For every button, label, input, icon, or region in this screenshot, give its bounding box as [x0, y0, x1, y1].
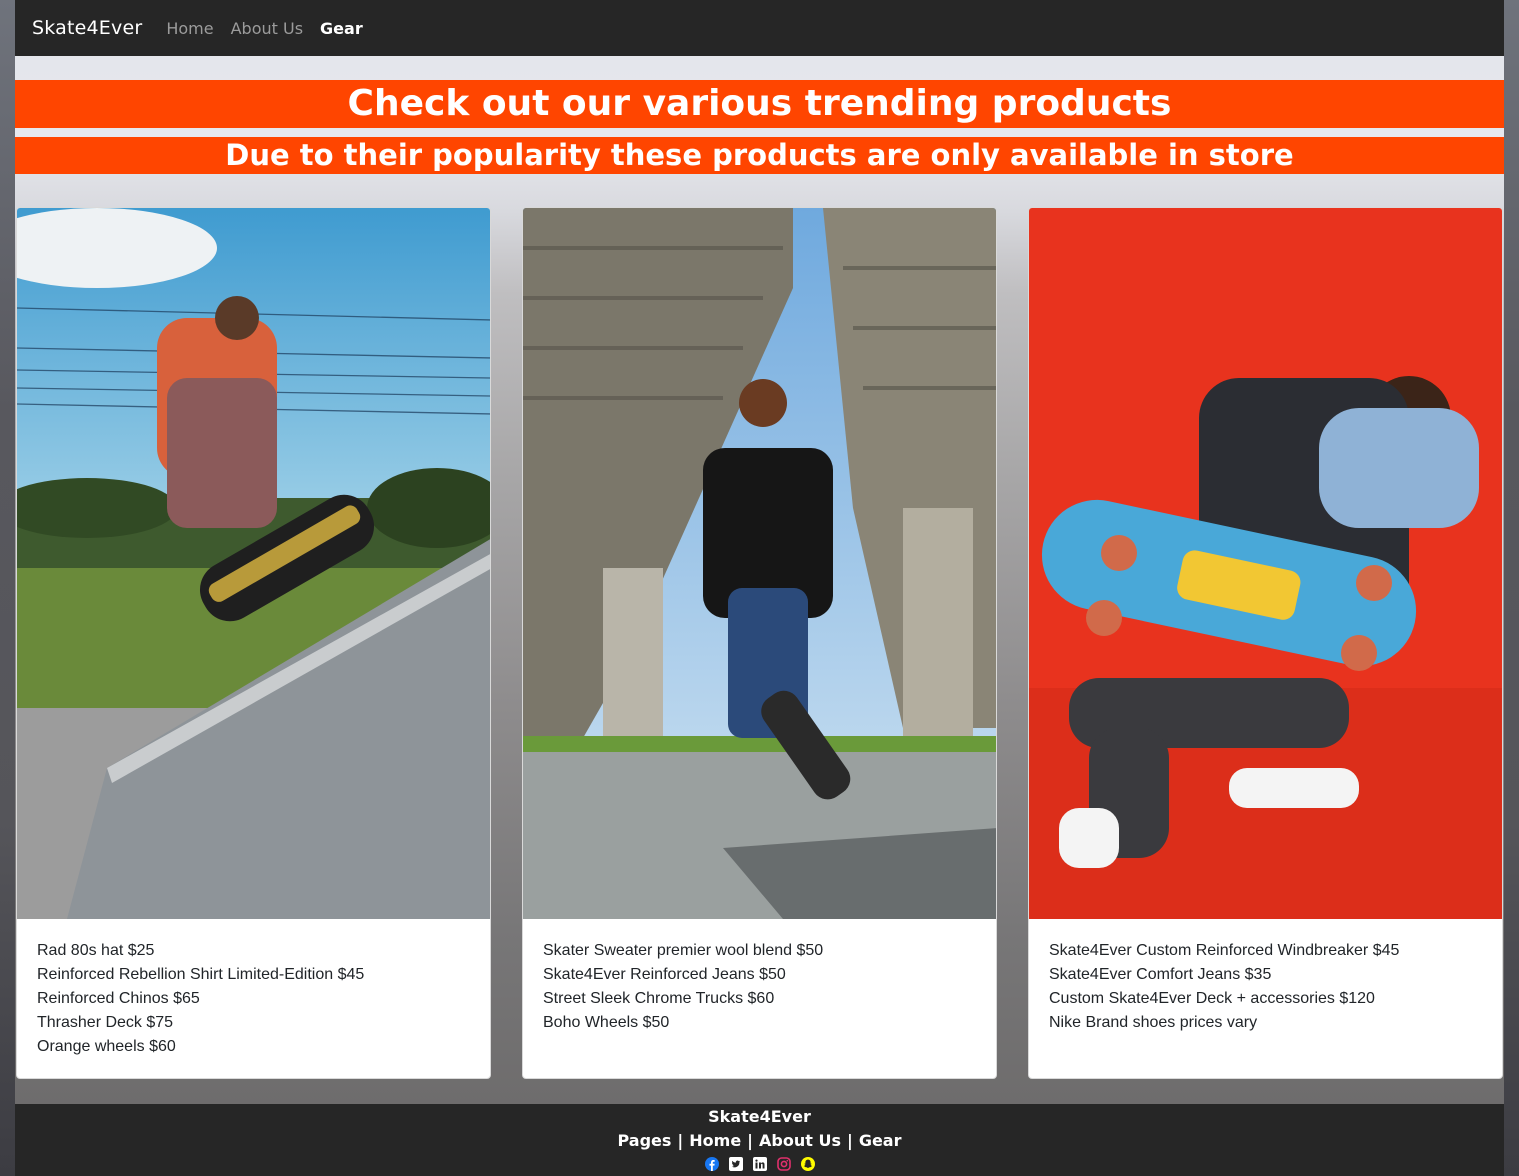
list-item: Reinforced Chinos $65 [37, 990, 200, 1007]
list-item: Street Sleek Chrome Trucks $60 [543, 990, 775, 1007]
page-background-right [1504, 0, 1519, 1176]
footer-separator: | [747, 1131, 754, 1150]
list-item: Custom Skate4Ever Deck + accessories $12… [1049, 990, 1375, 1007]
twitter-icon[interactable] [728, 1156, 743, 1171]
list-item: Rad 80s hat $25 [37, 942, 155, 959]
linkedin-icon[interactable] [752, 1156, 767, 1171]
product-card-3: Skate4Ever Custom Reinforced Windbreaker… [1028, 207, 1503, 1079]
skater-under-bridge-photo [523, 208, 996, 919]
list-item: Reinforced Rebellion Shirt Limited-Editi… [37, 966, 365, 983]
footer-separator: | [677, 1131, 684, 1150]
list-item: Nike Brand shoes prices vary [1049, 1014, 1258, 1031]
list-item: Boho Wheels $50 [543, 1014, 670, 1031]
product-card-2: Skater Sweater premier wool blend $50 Sk… [522, 207, 997, 1079]
footer-links: Pages | Home | About Us | Gear [15, 1131, 1504, 1150]
snapchat-icon[interactable] [800, 1156, 815, 1171]
nav-link-about-us[interactable]: About Us [231, 19, 303, 38]
footer-pages-label: Pages [617, 1131, 672, 1150]
navbar-brand[interactable]: Skate4Ever [32, 17, 142, 39]
list-item: Skate4Ever Reinforced Jeans $50 [543, 966, 786, 983]
footer-link-about-us[interactable]: About Us [759, 1131, 841, 1150]
skater-jumping-photo [17, 208, 490, 919]
product-list: Skate4Ever Custom Reinforced Windbreaker… [1029, 939, 1502, 1035]
page-subtitle: Due to their popularity these products a… [15, 137, 1504, 174]
footer-separator: | [846, 1131, 853, 1150]
list-item: Skate4Ever Comfort Jeans $35 [1049, 966, 1272, 983]
page-title: Check out our various trending products [15, 80, 1504, 128]
product-list: Rad 80s hat $25 Reinforced Rebellion Shi… [17, 939, 490, 1059]
facebook-icon[interactable] [704, 1156, 719, 1171]
nav-link-gear[interactable]: Gear [320, 19, 363, 38]
footer-brand: Skate4Ever [708, 1107, 811, 1126]
man-holding-skateboard-photo [1029, 208, 1502, 919]
social-icons [15, 1156, 1504, 1171]
top-navbar: Skate4Ever Home About Us Gear [15, 0, 1504, 56]
nav-link-home[interactable]: Home [166, 19, 213, 38]
page-footer: Skate4Ever Pages | Home | About Us | Gear [15, 1104, 1504, 1176]
page-container: Skate4Ever Home About Us Gear Check out … [15, 0, 1504, 1176]
footer-link-home[interactable]: Home [689, 1131, 741, 1150]
list-item: Skate4Ever Custom Reinforced Windbreaker… [1049, 942, 1400, 959]
list-item: Skater Sweater premier wool blend $50 [543, 942, 824, 959]
list-item: Thrasher Deck $75 [37, 1014, 174, 1031]
product-list: Skater Sweater premier wool blend $50 Sk… [523, 939, 996, 1035]
page-background-left [0, 0, 15, 1176]
footer-link-gear[interactable]: Gear [859, 1131, 902, 1150]
product-card-1: Rad 80s hat $25 Reinforced Rebellion Shi… [16, 207, 491, 1079]
list-item: Orange wheels $60 [37, 1038, 176, 1055]
instagram-icon[interactable] [776, 1156, 791, 1171]
